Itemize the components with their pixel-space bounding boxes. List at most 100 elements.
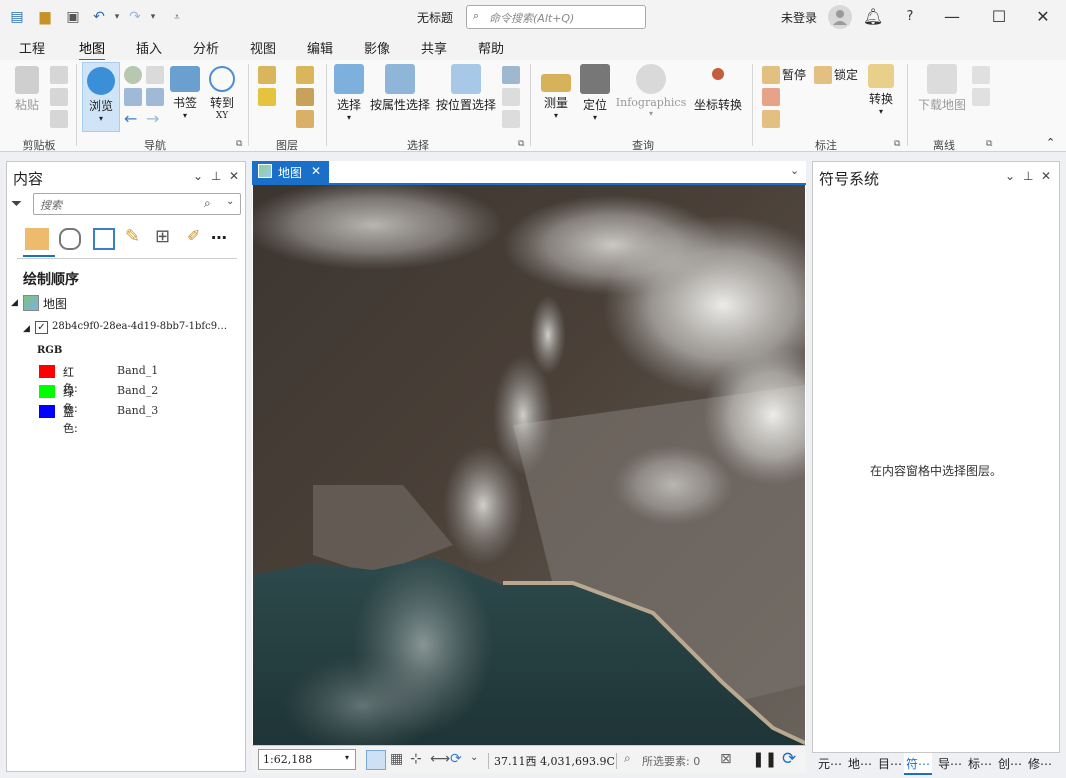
refresh-view-icon[interactable]: ⊠ (720, 751, 732, 767)
tab-analysis[interactable]: 分析 (193, 38, 219, 57)
avatar[interactable] (828, 5, 852, 29)
select-by-location-button[interactable]: 按位置选择 (435, 64, 497, 113)
bookmark-button[interactable]: 书签 ▾ (168, 66, 202, 120)
pin-icon[interactable]: ⊥ (1023, 169, 1033, 183)
rotate-icon[interactable]: ⟳ (450, 751, 462, 767)
expand-map-icon[interactable]: ◢ (11, 298, 18, 308)
tab-help[interactable]: 帮助 (478, 38, 504, 57)
convert-button[interactable]: 转换 ▾ (866, 64, 896, 116)
tab-geoprocessing[interactable]: 地⋯ (848, 755, 872, 772)
grid-snap-icon[interactable] (366, 750, 386, 770)
command-search-input[interactable]: ⌕ 命令搜索(Alt+Q) (466, 5, 646, 29)
view-unplaced-icon[interactable] (762, 88, 780, 106)
dialog-launcher-icon[interactable]: ⧉ (518, 139, 524, 149)
scale-selector[interactable]: 1:62,188 ▾ (258, 749, 356, 770)
list-by-editing-icon[interactable]: ✎ (125, 226, 140, 247)
notification-bell-icon[interactable]: 🔔︎ (860, 4, 886, 30)
dialog-launcher-icon[interactable]: ⧉ (986, 139, 992, 149)
add-preset-icon[interactable] (258, 88, 276, 106)
help-icon[interactable]: ? (897, 4, 923, 30)
list-by-drawing-order-icon[interactable] (25, 228, 49, 250)
close-pane-icon[interactable]: ✕ (1041, 169, 1051, 183)
constraints-icon[interactable]: ⟷ (430, 751, 450, 767)
next-extent-icon[interactable]: → (146, 110, 164, 128)
previous-extent-icon[interactable]: ← (124, 110, 142, 128)
tab-share[interactable]: 共享 (421, 38, 447, 57)
zoom-out-fixed-icon[interactable] (146, 88, 164, 106)
select-button[interactable]: 选择 ▾ (332, 64, 366, 122)
list-by-source-icon[interactable] (59, 228, 81, 250)
tab-export[interactable]: 导⋯ (938, 755, 962, 772)
tab-view[interactable]: 视图 (250, 38, 276, 57)
list-by-selection-icon[interactable] (93, 228, 115, 250)
layer-name[interactable]: 28b4c9f0-28ea-4d19-8bb7-1bfc9… (52, 321, 227, 332)
dialog-launcher-icon[interactable]: ⧉ (894, 139, 900, 149)
pause-labels-label[interactable]: 暂停 (782, 66, 806, 83)
close-pane-icon[interactable]: ✕ (229, 169, 239, 183)
convert-coordinates-button[interactable]: 坐标转换 (692, 64, 744, 113)
lock-labels-icon[interactable] (814, 66, 832, 84)
tab-map[interactable]: 地图 (79, 38, 106, 61)
login-status[interactable]: 未登录 (781, 9, 817, 26)
measure-button[interactable]: 测量 ▾ (537, 64, 575, 120)
add-graphics-icon[interactable] (296, 110, 314, 128)
tabs-dropdown-icon[interactable]: ⌄ (790, 164, 799, 177)
satellite-imagery[interactable] (253, 185, 805, 745)
chevron-down-icon[interactable]: ⌄ (226, 196, 234, 207)
refresh-icon[interactable]: ⟳ (782, 749, 796, 769)
dialog-launcher-icon[interactable]: ⧉ (236, 139, 242, 149)
locate-button[interactable]: 定位 ▾ (578, 64, 612, 122)
undo-dropdown-icon[interactable]: ▾ (108, 8, 126, 26)
close-tab-icon[interactable]: ✕ (311, 164, 321, 178)
tab-edit[interactable]: 编辑 (307, 38, 333, 57)
tab-project[interactable]: 工程 (19, 38, 45, 57)
expand-layer-icon[interactable]: ◢ (23, 324, 30, 334)
sync-icon[interactable] (972, 66, 990, 84)
clear-selection-icon[interactable] (502, 88, 520, 106)
cut-icon[interactable] (50, 66, 68, 84)
pane-options-icon[interactable]: ⌄ (1005, 169, 1015, 183)
tab-create[interactable]: 创⋯ (998, 755, 1022, 772)
add-data-icon[interactable] (296, 66, 314, 84)
contents-search-input[interactable]: 搜索 ⌕ ⌄ (33, 193, 241, 215)
tab-symbology[interactable]: 符⋯ (904, 753, 933, 775)
undo-icon[interactable]: ↶ (90, 8, 108, 26)
pin-icon[interactable]: ⊥ (211, 169, 221, 183)
snapping-icon[interactable]: ⊹ (410, 751, 422, 767)
save-icon[interactable]: ▣ (64, 8, 82, 26)
tab-modify[interactable]: 修⋯ (1028, 755, 1052, 772)
lock-labels-label[interactable]: 锁定 (834, 66, 858, 83)
more-labeling-icon[interactable] (762, 110, 780, 128)
maximize-button[interactable]: ☐ (986, 4, 1012, 30)
map-node-label[interactable]: 地图 (43, 295, 67, 312)
redo-icon[interactable]: ↷ (126, 8, 144, 26)
infographics-button[interactable]: Infographics ▾ (614, 64, 688, 118)
zoom-in-fixed-icon[interactable] (124, 88, 142, 106)
filter-icon[interactable]: ⏷ (11, 196, 22, 212)
paste-button[interactable]: 粘贴 (10, 66, 44, 113)
select-by-attributes-button[interactable]: 按属性选择 (369, 64, 431, 113)
redo-dropdown-icon[interactable]: ▾ (144, 8, 162, 26)
map-tab[interactable]: 地图 ✕ (252, 161, 329, 183)
tab-labeling[interactable]: 标⋯ (968, 755, 992, 772)
tab-catalog-metadata[interactable]: 元⋯ (818, 755, 842, 772)
tab-catalog[interactable]: 目⋯ (878, 755, 902, 772)
basemap-icon[interactable] (258, 66, 276, 84)
explore-button[interactable]: 浏览 ▾ (82, 62, 120, 132)
copy-path-icon[interactable] (50, 110, 68, 128)
pause-labels-icon[interactable] (762, 66, 780, 84)
list-by-snapping-icon[interactable]: ⊞ (155, 226, 170, 247)
tab-imagery[interactable]: 影像 (364, 38, 390, 57)
list-by-labeling-icon[interactable]: ✐ (187, 226, 200, 245)
full-extent-icon[interactable] (124, 66, 142, 84)
copy-icon[interactable] (50, 88, 68, 106)
chevron-down-icon[interactable]: ⌄ (470, 752, 478, 763)
open-folder-icon[interactable]: ▆ (36, 8, 54, 26)
collapse-ribbon-icon[interactable]: ⌃ (1046, 136, 1055, 149)
pause-drawing-icon[interactable]: ❚❚ (752, 750, 777, 768)
zoom-to-selection-icon[interactable] (502, 110, 520, 128)
tab-insert[interactable]: 插入 (136, 38, 162, 57)
customize-toolbar-icon[interactable]: ⩡ (168, 8, 186, 26)
goto-xy-button[interactable]: 转到 XY (206, 66, 238, 121)
grid-icon[interactable]: ▦ (390, 751, 403, 767)
